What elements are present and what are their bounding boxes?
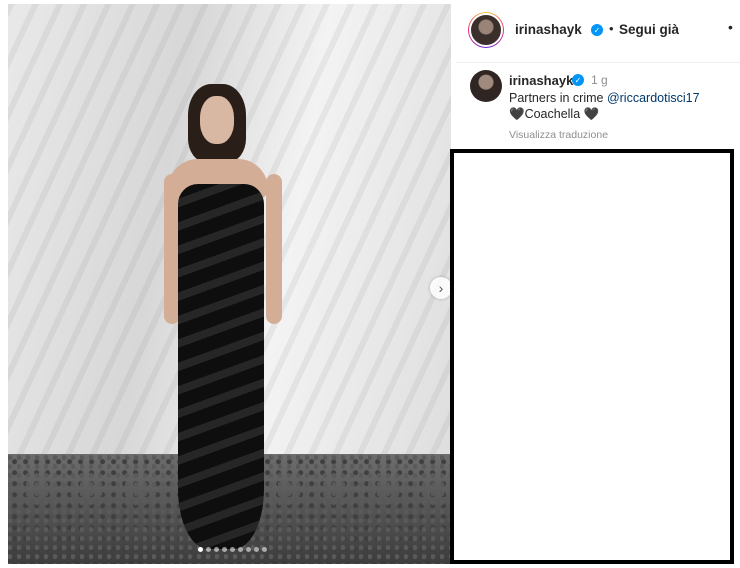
mention-link[interactable]: @riccardotisci17: [607, 91, 700, 105]
carousel-dot: [238, 547, 243, 552]
follow-button[interactable]: Segui già: [619, 22, 679, 37]
carousel-dot: [198, 547, 203, 552]
post-header: irinashayk ✓ • Segui già •: [456, 0, 740, 63]
caption-hashtag-line: 🖤Coachella 🖤: [509, 107, 600, 121]
comment-avatar[interactable]: [470, 70, 502, 102]
comment-username[interactable]: irinashayk: [509, 73, 573, 88]
caption-text: Partners in crime @riccardotisci17: [509, 91, 700, 105]
carousel-dot: [254, 547, 259, 552]
comments-area: [450, 149, 734, 564]
chevron-right-icon: ›: [438, 280, 444, 296]
avatar[interactable]: [468, 12, 504, 48]
comment-timestamp[interactable]: 1 g: [591, 73, 608, 87]
carousel-dot: [246, 547, 251, 552]
carousel-dot: [230, 547, 235, 552]
post-username[interactable]: irinashayk: [515, 22, 582, 37]
photo-subject: [158, 84, 288, 549]
carousel-dot: [206, 547, 211, 552]
post-media[interactable]: ›: [8, 4, 451, 564]
verified-badge-icon: ✓: [572, 74, 584, 86]
more-horizontal-icon[interactable]: •: [728, 19, 733, 35]
carousel-dot: [262, 547, 267, 552]
verified-badge-icon: ✓: [591, 24, 603, 36]
separator-dot: •: [609, 21, 614, 36]
next-slide-button[interactable]: ›: [430, 277, 451, 299]
carousel-dot: [214, 547, 219, 552]
carousel-indicators: [198, 547, 267, 552]
carousel-dot: [222, 547, 227, 552]
see-translation-link[interactable]: Visualizza traduzione: [509, 129, 608, 141]
